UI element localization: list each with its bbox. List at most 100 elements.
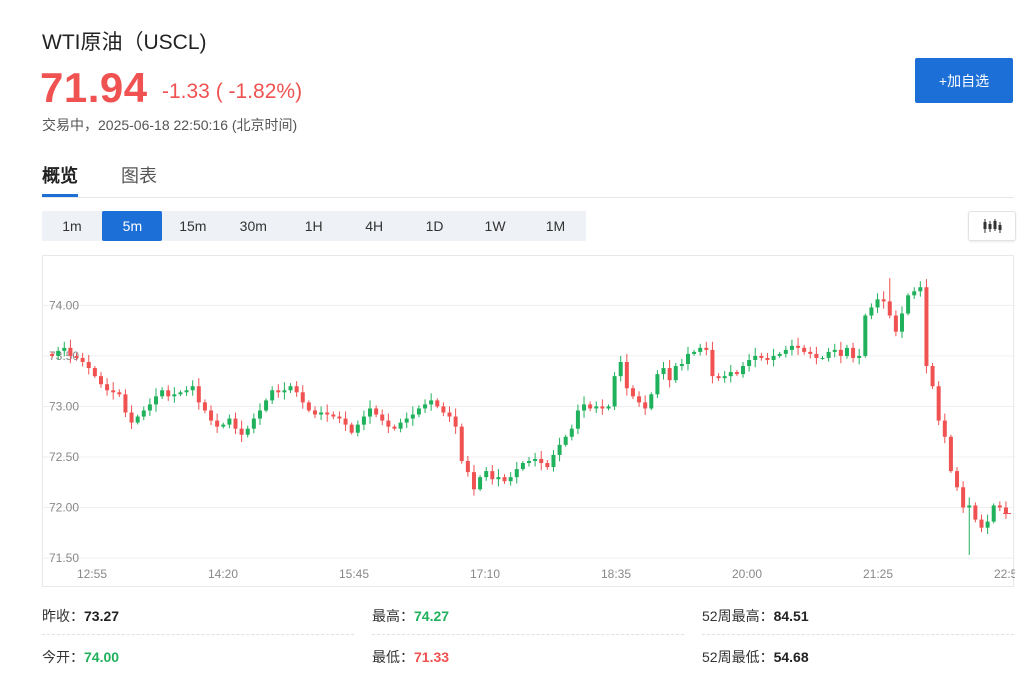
interval-selector: 1m 5m 15m 30m 1H 4H 1D 1W 1M (42, 211, 586, 241)
candle-body (906, 295, 911, 314)
candle-body (679, 364, 684, 367)
candle-body (251, 418, 256, 429)
candle-body (955, 471, 960, 488)
interval-15m[interactable]: 15m (163, 211, 223, 241)
candle-body (123, 394, 128, 413)
candle-body (826, 351, 831, 358)
candle-body (62, 347, 67, 351)
candle-body (588, 404, 593, 409)
candle-body (832, 349, 837, 352)
candle-body (312, 410, 317, 415)
interval-1w[interactable]: 1W (465, 211, 525, 241)
candle-body (202, 402, 207, 411)
candle-body (692, 351, 697, 354)
candle-body (606, 406, 611, 409)
candle-body (441, 406, 446, 413)
stat-value: 54.68 (773, 649, 809, 665)
interval-5m[interactable]: 5m (102, 211, 163, 241)
candle-body (392, 426, 397, 429)
candle-body (594, 406, 599, 409)
candle-body (154, 396, 159, 405)
chart-type-button[interactable] (968, 211, 1016, 241)
divider (702, 634, 1014, 636)
candle-body (838, 349, 843, 356)
candle-body (368, 408, 373, 417)
candle-body (533, 458, 538, 461)
candle-body (160, 390, 165, 397)
candle-body (514, 469, 519, 478)
candle-body (478, 477, 483, 490)
candle-body (936, 386, 941, 421)
candle-body (331, 414, 336, 417)
stat-value: 84.51 (773, 608, 809, 624)
x-tick-label: 14:20 (208, 567, 238, 581)
stat-value: 73.27 (84, 608, 120, 624)
candle-body (582, 404, 587, 411)
y-tick-label: 73.00 (49, 399, 79, 413)
candle-body (453, 416, 458, 427)
tab-chart[interactable]: 图表 (121, 162, 157, 188)
stat-low: 最低：71.33 (372, 647, 449, 667)
candle-body (98, 376, 103, 385)
last-price: 71.94 (40, 64, 148, 111)
interval-4h[interactable]: 4H (344, 211, 404, 241)
candle-body (881, 299, 886, 302)
candle-body (178, 392, 183, 395)
candle-body (166, 390, 171, 397)
candle-body (741, 366, 746, 375)
candle-body (710, 349, 715, 377)
stat-label: 最低： (372, 649, 414, 665)
candle-body (502, 477, 507, 482)
candle-body (423, 404, 428, 409)
candle-body (447, 412, 452, 417)
candle-body (520, 463, 525, 470)
candle-body (386, 420, 391, 427)
candle-body (753, 355, 758, 360)
candle-body (685, 353, 690, 365)
candle-body (624, 361, 629, 389)
candle-body (496, 477, 501, 480)
candle-body (765, 357, 770, 360)
y-tick-label: 72.00 (49, 500, 79, 514)
add-to-watchlist-button[interactable]: +加自选 (915, 58, 1013, 103)
candle-body (172, 394, 177, 397)
interval-1m[interactable]: 1m (42, 211, 102, 241)
candle-body (820, 357, 825, 359)
candle-body (557, 444, 562, 455)
price-chart[interactable]: 74.00 73.50 73.00 72.50 72.00 71.50 12:55 14:20… (42, 255, 1015, 587)
stat-high: 最高：74.27 (372, 606, 449, 626)
interval-1mo[interactable]: 1M (526, 211, 586, 241)
interval-1d[interactable]: 1D (405, 211, 465, 241)
candle-body (667, 368, 672, 381)
x-tick-label: 15:45 (339, 567, 369, 581)
candle-body (991, 505, 996, 522)
stat-value: 71.33 (414, 649, 450, 665)
candle-body (728, 372, 733, 377)
x-tick-label: 12:55 (77, 567, 107, 581)
candle-body (973, 505, 978, 520)
candle-body (600, 406, 605, 409)
candlestick-chart: 74.0073.5073.0072.5072.0071.5012:55 14:20… (43, 278, 1015, 581)
y-tick-label: 74.00 (49, 298, 79, 312)
candle-body (398, 422, 403, 429)
interval-1h[interactable]: 1H (284, 211, 344, 241)
candle-body (948, 436, 953, 472)
candle-body (508, 477, 513, 482)
candle-body (471, 472, 476, 490)
candle-body (129, 412, 134, 423)
candle-body (221, 424, 226, 427)
candle-body (190, 386, 195, 391)
candle-body (899, 313, 904, 332)
tab-overview[interactable]: 概览 (42, 162, 78, 188)
candle-body (851, 347, 856, 358)
x-tick-label: 20:00 (732, 567, 762, 581)
candle-body (997, 505, 1002, 508)
interval-30m[interactable]: 30m (223, 211, 283, 241)
candle-body (196, 386, 201, 403)
candle-body (734, 372, 739, 375)
candle-body (716, 376, 721, 379)
candle-body (349, 424, 354, 433)
candle-body (337, 416, 342, 419)
stat-value: 74.00 (84, 649, 120, 665)
candle-body (111, 390, 116, 393)
